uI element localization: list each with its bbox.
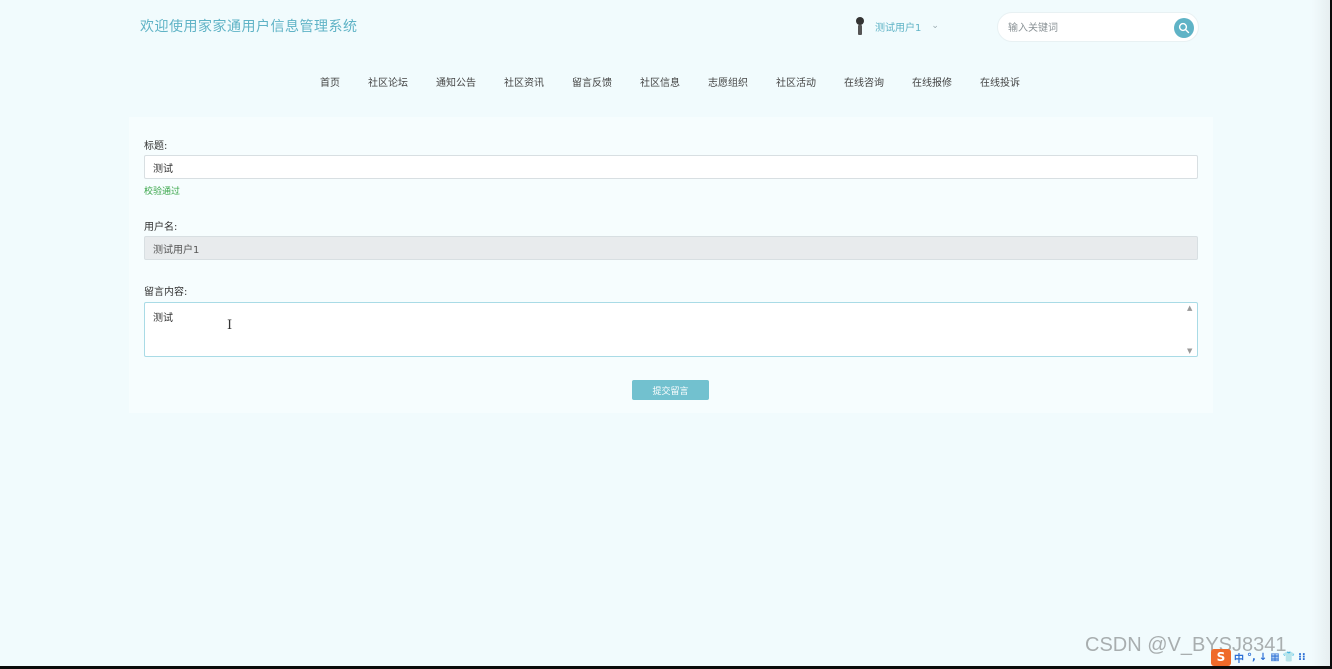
content-label: 留言内容:: [144, 287, 188, 298]
search-button[interactable]: [1174, 18, 1194, 38]
nav-item-feedback[interactable]: 留言反馈: [558, 74, 626, 89]
ime-logo-icon[interactable]: S: [1211, 648, 1231, 666]
ime-menu-icon[interactable]: ⁝⁝: [1298, 652, 1306, 663]
ime-punctuation-icon[interactable]: °,: [1247, 652, 1256, 663]
title-valid-message: 校验通过: [144, 187, 181, 197]
nav-item-complaint[interactable]: 在线投诉: [966, 74, 1034, 89]
nav-item-forum[interactable]: 社区论坛: [354, 74, 422, 89]
ime-mic-icon[interactable]: ↓: [1259, 652, 1267, 663]
ime-keyboard-icon[interactable]: ▦: [1270, 652, 1279, 663]
username-label: 用户名:: [144, 222, 178, 233]
submit-feedback-button[interactable]: 提交留言: [632, 380, 709, 400]
nav-item-consult[interactable]: 在线咨询: [830, 74, 898, 89]
nav-item-activity[interactable]: 社区活动: [762, 74, 830, 89]
user-menu[interactable]: 测试用户1 ⌄: [851, 15, 939, 37]
chevron-down-icon: ⌄: [931, 21, 939, 31]
nav-item-repair[interactable]: 在线报修: [898, 74, 966, 89]
user-name: 测试用户1: [875, 22, 922, 34]
ime-tray: S 中 °, ↓ ▦ 👕 ⁝⁝: [1211, 648, 1306, 666]
nav-item-home[interactable]: 首页: [306, 74, 354, 89]
feedback-form: 标题: 校验通过 用户名: 留言内容: 测试 ▲ ▼ 提交留言: [129, 117, 1213, 413]
page-scrollbar[interactable]: [1312, 0, 1330, 666]
site-title: 欢迎使用家家通用户信息管理系统: [140, 19, 358, 35]
search-input[interactable]: [1008, 19, 1168, 37]
scroll-up-icon: ▲: [1187, 304, 1193, 312]
page: 欢迎使用家家通用户信息管理系统 测试用户1 ⌄ 首页 社区论坛 通知公告 社区资…: [0, 0, 1330, 666]
content-textarea[interactable]: 测试: [144, 302, 1198, 357]
search-box: [997, 12, 1199, 42]
search-icon: [1178, 22, 1190, 34]
nav-item-community-info[interactable]: 社区信息: [626, 74, 694, 89]
title-label: 标题:: [144, 141, 168, 152]
nav-item-notice[interactable]: 通知公告: [422, 74, 490, 89]
username-input: [144, 236, 1198, 260]
ime-skin-icon[interactable]: 👕: [1283, 652, 1295, 663]
nav-item-volunteer[interactable]: 志愿组织: [694, 74, 762, 89]
main-nav: 首页 社区论坛 通知公告 社区资讯 留言反馈 社区信息 志愿组织 社区活动 在线…: [0, 74, 1330, 89]
nav-item-news[interactable]: 社区资讯: [490, 74, 558, 89]
scroll-down-icon: ▼: [1187, 347, 1193, 355]
textarea-scrollbar[interactable]: ▲ ▼: [1184, 303, 1197, 356]
ime-chinese-icon[interactable]: 中: [1234, 650, 1244, 665]
text-cursor-icon: I: [227, 318, 233, 333]
avatar-icon: [851, 15, 869, 37]
title-input[interactable]: [144, 155, 1198, 179]
